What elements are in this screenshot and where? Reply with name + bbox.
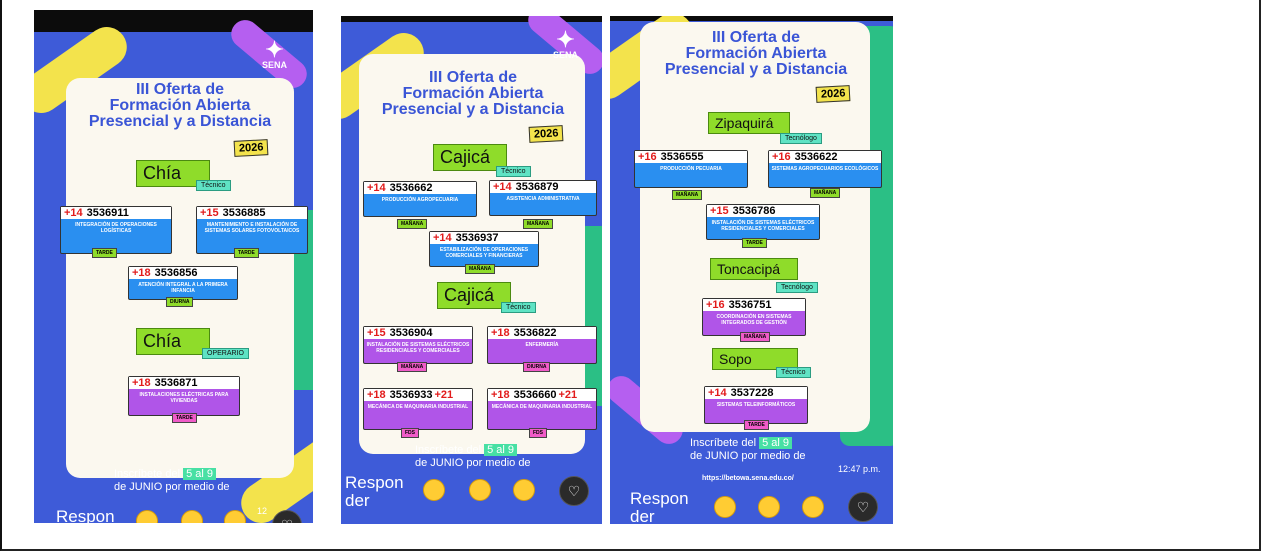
course-card: +18 3536856 ATENCIÓN INTEGRAL A LA PRIMER… <box>128 266 238 300</box>
course-card: +18 3536660 +21 MECÁNICA DE MAQUINARIA IND… <box>487 388 597 430</box>
level-tag: Tecnólogo <box>780 133 822 144</box>
level-tag: OPERARIO <box>202 348 249 359</box>
course-card: +16 3536751 COORDINACIÓN EN SISTEMAS INTE… <box>702 298 806 336</box>
heart-eyes-emoji-icon[interactable] <box>423 479 445 501</box>
shift-badge: MAÑANA <box>740 332 771 342</box>
city-label: Chía <box>136 328 210 355</box>
shift-badge: MAÑANA <box>397 362 428 372</box>
flyer-title: III Oferta de Formación Abierta Presencial… <box>664 29 848 78</box>
course-card: +15 3536885 MANTENIMIENTO E INSTALACIÓN D… <box>196 206 308 254</box>
heart-icon[interactable]: ♡ <box>848 492 878 522</box>
reply-bar[interactable]: Respon der <box>345 474 404 510</box>
sena-logo: ✦ SENA <box>262 37 288 71</box>
course-card: +18 3536871 INSTALACIONES ELÉCTRICAS PARA… <box>128 376 240 416</box>
year-badge: 2026 <box>233 139 269 157</box>
reply-bar[interactable]: Respon <box>56 508 115 524</box>
status-bar <box>34 10 313 32</box>
level-tag: Técnico <box>501 302 536 313</box>
shift-badge: FDS <box>401 428 419 438</box>
course-card: +14 3536937 ESTABILIZACIÓN DE OPERACIONES… <box>429 231 539 267</box>
reply-label-cont[interactable]: der <box>345 492 370 510</box>
city-label: Zipaquirá <box>708 112 790 134</box>
timestamp: 12 <box>257 506 268 516</box>
reply-label[interactable]: Respon <box>630 490 689 508</box>
city-label: Cajicá <box>437 282 511 309</box>
signup-text: Inscríbete del 5 al 9 de JUNIO por medio… <box>415 444 531 469</box>
reply-label-cont[interactable]: der <box>630 508 655 525</box>
reply-bar[interactable]: Respon der <box>630 490 689 525</box>
course-card: +14 3536879 ASISTENCIA ADMINISTRATIVA <box>489 180 597 216</box>
shift-badge: MAÑANA <box>465 264 496 274</box>
laughing-emoji-icon[interactable] <box>181 510 203 523</box>
reply-label[interactable]: Respon <box>345 474 404 492</box>
course-card: +18 3536822 ENFERMERÍA <box>487 326 597 364</box>
story-screenshot-1: ✦ SENA III Oferta de Formación Abierta Pres… <box>34 10 313 523</box>
shift-badge: MAÑANA <box>523 219 554 229</box>
laughing-emoji-icon[interactable] <box>469 479 491 501</box>
status-bar <box>610 16 893 21</box>
shift-badge: MAÑANA <box>397 219 428 229</box>
course-card: +18 3536933 +21 MECÁNICA DE MAQUINARIA IND… <box>363 388 473 430</box>
year-badge: 2026 <box>528 125 564 143</box>
heart-icon[interactable]: ♡ <box>559 476 589 506</box>
heart-eyes-emoji-icon[interactable] <box>136 510 158 523</box>
shift-badge: DIURNA <box>523 362 551 372</box>
shift-badge: MAÑANA <box>672 190 703 200</box>
shift-badge: TARDE <box>172 413 197 423</box>
level-tag: Técnico <box>196 180 231 191</box>
flyer-title: III Oferta de Formación Abierta Presencial… <box>88 81 272 130</box>
course-card: +14 3536911 INTEGRACIÓN DE OPERACIONES LO… <box>60 206 172 254</box>
shift-badge: DIURNA <box>166 297 194 307</box>
heart-eyes-emoji-icon[interactable] <box>714 496 736 518</box>
course-card: +15 3536904 INSTALACIÓN DE SISTEMAS ELÉCT… <box>363 326 473 364</box>
level-tag: Técnico <box>776 367 811 378</box>
surprised-emoji-icon[interactable] <box>513 479 535 501</box>
level-tag: Tecnólogo <box>776 282 818 293</box>
shift-badge: TARDE <box>234 248 259 258</box>
story-screenshot-2: ✦ SENA III Oferta de Formación Abierta Pres… <box>341 16 602 524</box>
story-screenshot-3: III Oferta de Formación Abierta Presencial… <box>610 16 893 524</box>
year-badge: 2026 <box>815 85 851 103</box>
surprised-emoji-icon[interactable] <box>802 496 824 518</box>
shift-badge: TARDE <box>92 248 117 258</box>
laughing-emoji-icon[interactable] <box>758 496 780 518</box>
reply-label[interactable]: Respon <box>56 508 115 524</box>
signup-text: Inscríbete del 5 al 9 de JUNIO por medio… <box>114 468 230 493</box>
level-tag: Técnico <box>496 166 531 177</box>
signup-text: Inscríbete del 5 al 9 de JUNIO por medio… <box>690 437 806 462</box>
course-card: +16 3536622 SISTEMAS AGROPECUARIOS ECOLÓG… <box>768 150 882 188</box>
enrollment-link[interactable]: https://betowa.sena.edu.co/ <box>702 475 794 482</box>
shift-badge: FDS <box>529 428 547 438</box>
shift-badge: TARDE <box>742 238 767 248</box>
shift-badge: MAÑANA <box>810 188 841 198</box>
sena-logo: ✦ SENA <box>553 27 579 61</box>
course-card: +16 3536555 PRODUCCIÓN PECUARIA <box>634 150 748 188</box>
course-card: +14 3537228 SISTEMAS TELEINFORMÁTICOS <box>704 386 808 424</box>
timestamp: 12:47 p.m. <box>838 464 881 474</box>
shift-badge: TARDE <box>744 420 769 430</box>
course-card: +15 3536786 INSTALACIÓN DE SISTEMAS ELÉCT… <box>706 204 820 240</box>
city-label: Toncacipá <box>710 258 798 280</box>
course-card: +14 3536662 PRODUCCIÓN AGROPECUARIA <box>363 181 477 217</box>
flyer-title: III Oferta de Formación Abierta Presencial… <box>381 69 565 118</box>
